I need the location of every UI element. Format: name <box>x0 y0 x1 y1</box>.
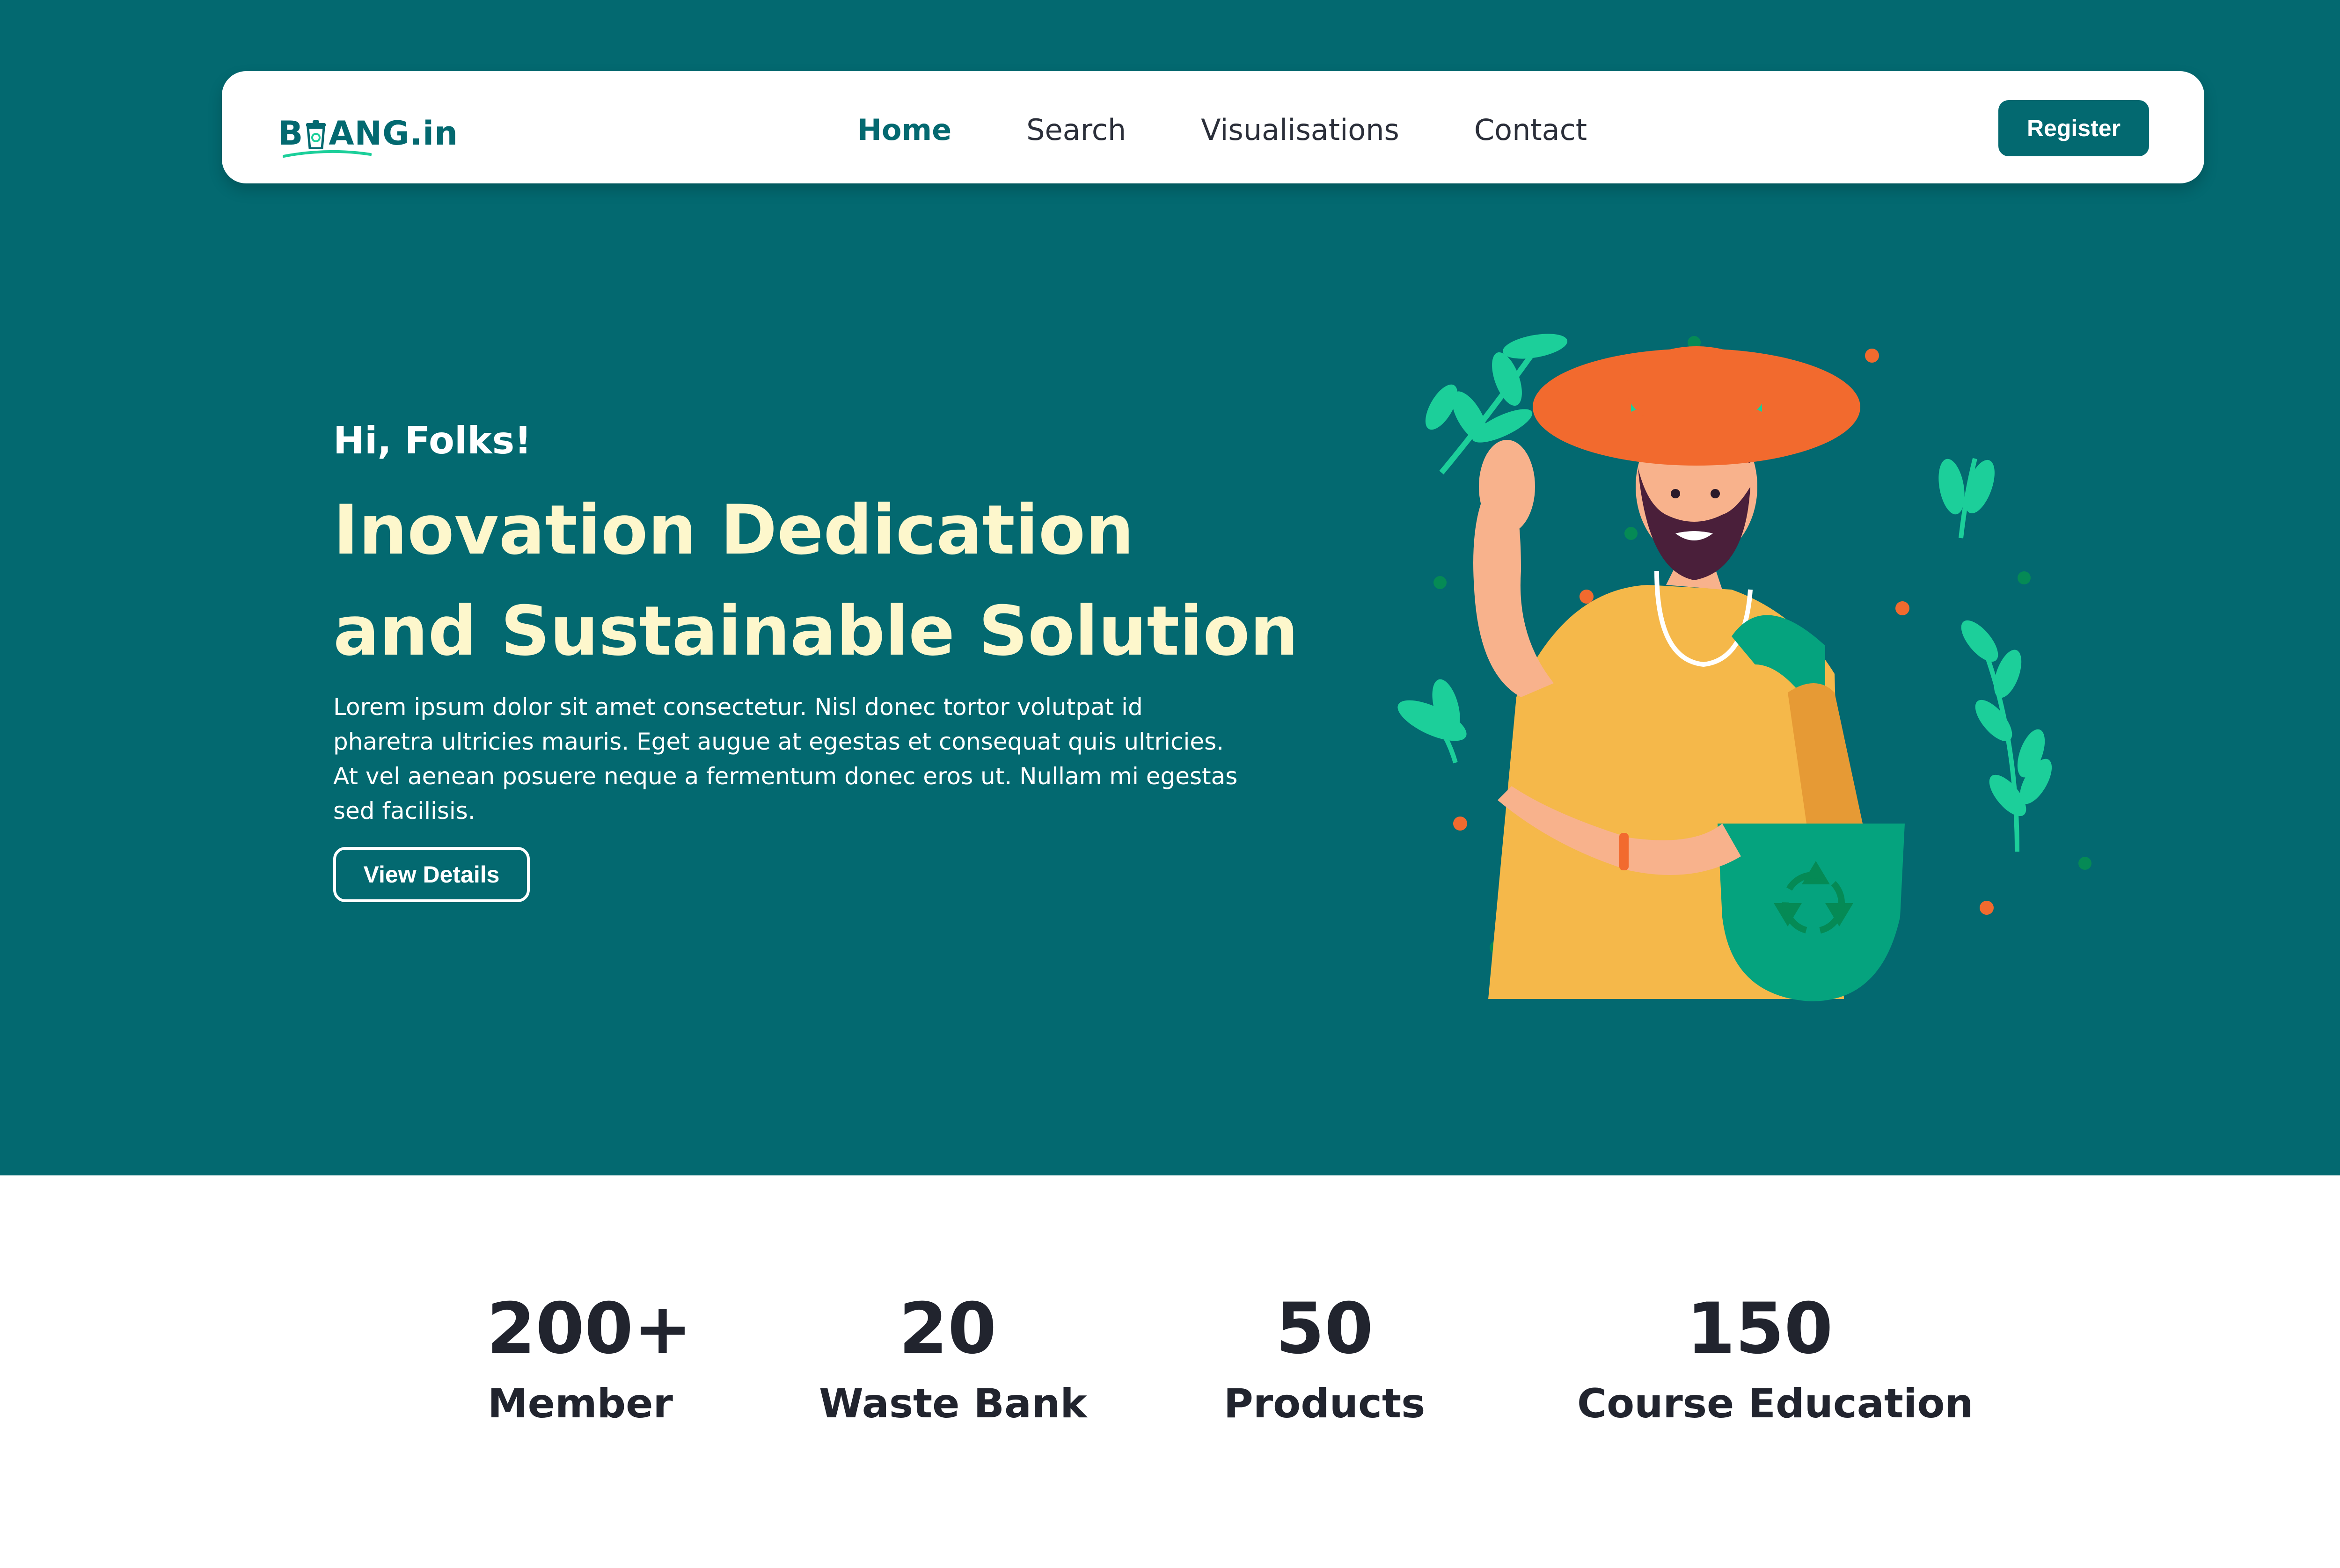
stat-label: Course Education <box>1577 1380 1974 1427</box>
stat-value: 200+ <box>487 1288 692 1370</box>
hero-headline: Inovation Dedication and Sustainable Sol… <box>333 480 1410 682</box>
leaf-icon <box>1397 679 1467 764</box>
stat-waste-bank: 20 Waste Bank <box>819 1282 1087 1432</box>
stat-value: 150 <box>1686 1288 1833 1370</box>
stat-course-education: 150 Course Education <box>1577 1282 1974 1432</box>
stat-value: 20 <box>899 1288 997 1370</box>
register-button[interactable]: Register <box>1998 100 2149 156</box>
logo-text-right: ANG.in <box>329 114 458 153</box>
stat-label: Member <box>488 1380 673 1427</box>
waste-bin-icon <box>305 119 327 150</box>
nav-links: Home Search Visualisations Contact <box>857 109 1662 151</box>
hero-description: Lorem ipsum dolor sit amet consectetur. … <box>333 693 1238 824</box>
person-figure <box>1473 346 1905 1001</box>
nav-contact[interactable]: Contact <box>1474 113 1587 147</box>
stat-value: 50 <box>1275 1288 1374 1370</box>
nav-home[interactable]: Home <box>857 113 951 147</box>
headline-line-1: Inovation Dedication <box>333 490 1134 570</box>
stat-products: 50 Products <box>1221 1282 1427 1432</box>
stat-label: Products <box>1223 1380 1426 1427</box>
hero-illustration <box>1397 334 2091 1001</box>
nav-search[interactable]: Search <box>1026 113 1126 147</box>
stat-label: Waste Bank <box>819 1380 1087 1427</box>
stat-member: 200+ Member <box>487 1282 692 1432</box>
headline-line-2: and Sustainable Solution <box>333 591 1299 671</box>
logo-swoosh <box>283 150 372 158</box>
logo-text-left: B <box>278 114 304 153</box>
view-details-button[interactable]: View Details <box>333 847 530 902</box>
nav-visualisations[interactable]: Visualisations <box>1201 113 1399 147</box>
brand-logo[interactable]: B ANG.in <box>278 108 458 153</box>
hero-greeting: Hi, Folks! <box>333 419 532 462</box>
leaf-icon <box>1938 458 1995 539</box>
leaf-icon <box>1961 620 2052 852</box>
top-navbar: B ANG.in Home Search Visualisations Cont… <box>222 71 2204 183</box>
